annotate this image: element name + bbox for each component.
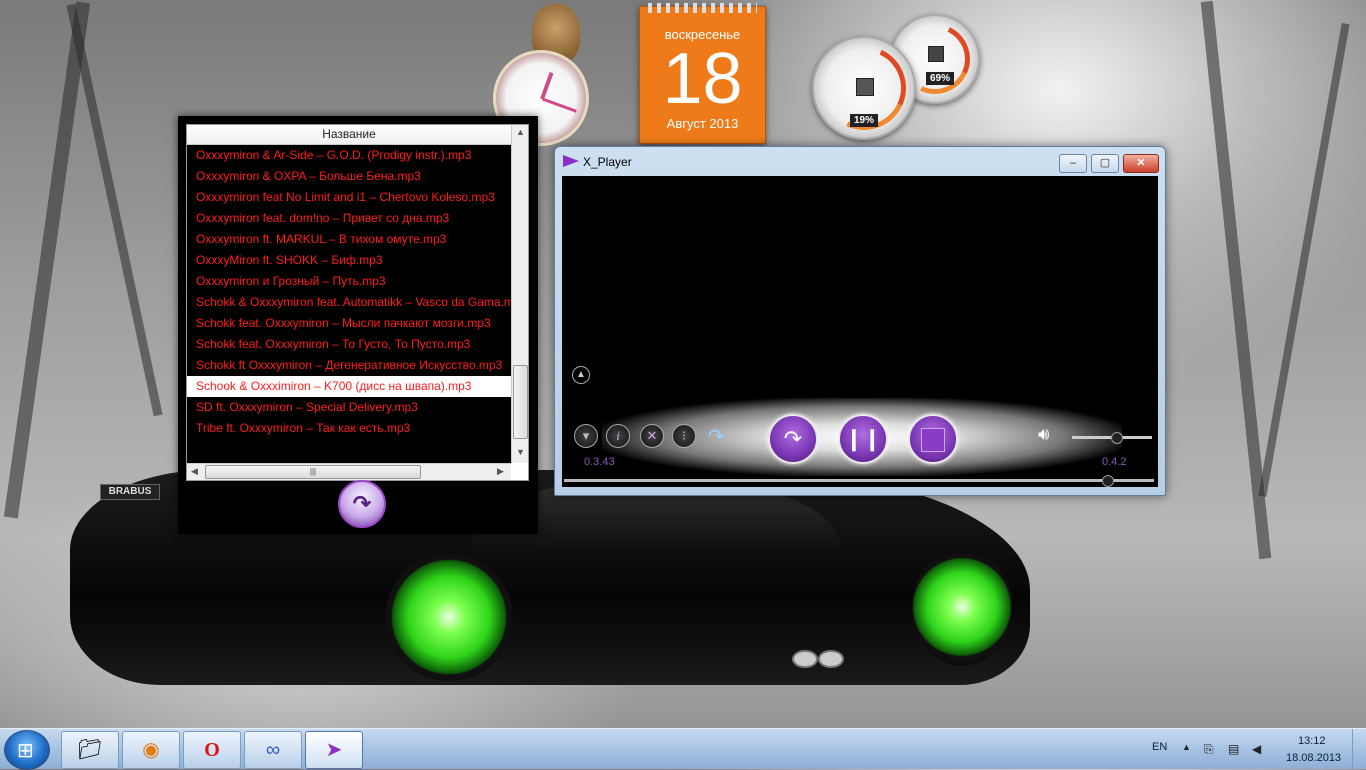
- track-list-item[interactable]: Schokk ft Oxxxymiron – Дегенеративное Ис…: [187, 355, 511, 376]
- language-indicator[interactable]: EN: [1152, 741, 1167, 753]
- x-player-window: X_Player – ▢ ✕ ▲ ▾ i ✕ ⁝ ↷ ↷ ❙❙ 0.3.43 0…: [554, 146, 1166, 496]
- total-time: 0.4.2: [1102, 456, 1127, 468]
- usb-device-icon[interactable]: ⎘: [1204, 742, 1218, 756]
- wallpaper-tree: [3, 1, 91, 519]
- clock-hour-hand: [540, 72, 554, 100]
- repeat-small-icon[interactable]: ↷: [708, 424, 725, 449]
- playlist-listview[interactable]: Название Oxxxymiron & Ar-Side – G.O.D. (…: [186, 124, 529, 481]
- show-desktop-button[interactable]: [1352, 729, 1366, 769]
- taskbar-explorer-icon[interactable]: 📁︎: [61, 731, 119, 769]
- minimize-button[interactable]: –: [1059, 154, 1087, 173]
- volume-speaker-icon[interactable]: 🔊︎: [1038, 424, 1049, 445]
- x-player-logo-icon: [563, 155, 579, 167]
- equalizer-funnel-icon[interactable]: ▾: [574, 424, 598, 448]
- track-list-item[interactable]: Oxxxymiron и Грозный – Путь.mp3: [187, 271, 511, 292]
- scroll-up-arrow-icon[interactable]: ▲: [516, 127, 525, 137]
- car-rear-wheel: [912, 548, 1012, 666]
- track-list-item[interactable]: SD ft. Oxxxymiron – Special Delivery.mp3: [187, 397, 511, 418]
- volume-slider[interactable]: [1072, 432, 1152, 444]
- calendar-month-year: Август 2013: [666, 116, 739, 131]
- volume-tray-icon[interactable]: ◀: [1252, 742, 1266, 756]
- window-title: X_Player: [583, 155, 632, 169]
- track-list-item[interactable]: Schook & Oxxximiron – K700 (дисс на швап…: [187, 376, 511, 397]
- show-hidden-icons-icon[interactable]: ▲: [1182, 742, 1196, 756]
- track-list-item[interactable]: Schokk feat. Oxxxymiron – То Густо, То П…: [187, 334, 511, 355]
- track-list-item[interactable]: Schokk & Oxxxymiron feat. Automatikk – V…: [187, 292, 511, 313]
- horizontal-scroll-thumb[interactable]: |||: [205, 465, 421, 479]
- track-list-item[interactable]: Oxxxymiron & Ar-Side – G.O.D. (Prodigy i…: [187, 145, 511, 166]
- close-button[interactable]: ✕: [1123, 154, 1159, 173]
- info-icon[interactable]: i: [606, 424, 630, 448]
- car-exhaust: [792, 650, 818, 668]
- playlist-repeat-button[interactable]: ↷: [338, 480, 386, 528]
- stop-button[interactable]: [908, 414, 958, 464]
- wallpaper-tree: [66, 3, 163, 417]
- track-list-item[interactable]: Schokk feat. Oxxxymiron – Мысли пачкают …: [187, 313, 511, 334]
- elapsed-time: 0.3.43: [584, 456, 615, 468]
- track-list-item[interactable]: Tribe ft. Oxxxymiron – Так как есть.mp3: [187, 418, 511, 439]
- next-track-button[interactable]: ↷: [768, 414, 818, 464]
- maximize-button[interactable]: ▢: [1091, 154, 1119, 173]
- calendar-gadget[interactable]: воскресенье 18 Август 2013: [639, 3, 766, 144]
- car-exhaust: [818, 650, 844, 668]
- seek-bar-knob[interactable]: [1101, 475, 1114, 487]
- memory-icon: [928, 46, 944, 62]
- taskbar-x-player-icon[interactable]: ➤: [305, 731, 363, 769]
- clock-minute-hand: [541, 97, 577, 113]
- car-front-wheel: [385, 553, 513, 681]
- video-area[interactable]: ▲ ▾ i ✕ ⁝ ↷ ↷ ❙❙ 0.3.43 0.4.2 🔊︎: [562, 176, 1158, 487]
- scroll-right-arrow-icon[interactable]: ▶: [497, 466, 504, 477]
- track-list-item[interactable]: Oxxxymiron ft. MARKUL – В тихом омуте.mp…: [187, 229, 511, 250]
- collapse-chevron-up-icon[interactable]: ▲: [572, 366, 590, 384]
- start-button[interactable]: [4, 730, 50, 770]
- track-list-item[interactable]: Oxxxymiron & OXPA – Больше Бена.mp3: [187, 166, 511, 187]
- taskbar-infinity-icon[interactable]: ∞: [244, 731, 302, 769]
- track-list-item[interactable]: Oxxxymiron feat. dom!no – Привет со дна.…: [187, 208, 511, 229]
- calendar-day: 18: [662, 39, 743, 119]
- seek-bar[interactable]: [564, 475, 1154, 487]
- scroll-left-arrow-icon[interactable]: ◀: [191, 466, 198, 477]
- taskbar: 📁︎ ◉ O ∞ ➤ EN ▲ ⎘ ▤ ◀ 13:12 18.08.2013: [0, 728, 1366, 770]
- cpu-icon: [856, 78, 874, 96]
- scroll-down-arrow-icon[interactable]: ▼: [516, 447, 525, 457]
- vertical-scroll-thumb[interactable]: [513, 365, 528, 439]
- cpu-meter-gadget[interactable]: 19%: [810, 34, 918, 142]
- options-icon[interactable]: ⁝: [672, 424, 696, 448]
- taskbar-eye-icon[interactable]: ◉: [122, 731, 180, 769]
- memory-value: 69%: [926, 72, 955, 85]
- car-badge: BRABUS: [100, 484, 160, 500]
- cpu-value: 19%: [850, 114, 879, 127]
- track-list-item[interactable]: Oxxxymiron feat No Limit and i1 – Cherto…: [187, 187, 511, 208]
- clock-date[interactable]: 18.08.2013: [1286, 752, 1341, 764]
- track-list[interactable]: Oxxxymiron & Ar-Side – G.O.D. (Prodigy i…: [187, 145, 511, 463]
- column-header-name[interactable]: Название: [187, 125, 511, 145]
- calendar-rings: [648, 3, 757, 13]
- taskbar-opera-icon[interactable]: O: [183, 731, 241, 769]
- wallpaper-tree: [1200, 0, 1272, 560]
- pause-button[interactable]: ❙❙: [838, 414, 888, 464]
- shuffle-x-icon[interactable]: ✕: [640, 424, 664, 448]
- track-list-item[interactable]: OxxxyMiron ft. SHOKK – Биф.mp3: [187, 250, 511, 271]
- playlist-horizontal-scrollbar[interactable]: ◀ ||| ▶: [187, 463, 511, 480]
- playlist-panel: Название Oxxxymiron & Ar-Side – G.O.D. (…: [178, 116, 538, 534]
- clock-time[interactable]: 13:12: [1298, 735, 1326, 747]
- wallpaper-tree: [1258, 22, 1350, 498]
- network-icon[interactable]: ▤: [1228, 742, 1242, 756]
- playlist-vertical-scrollbar[interactable]: ▲ ▼: [511, 125, 528, 463]
- volume-slider-knob[interactable]: [1111, 432, 1123, 444]
